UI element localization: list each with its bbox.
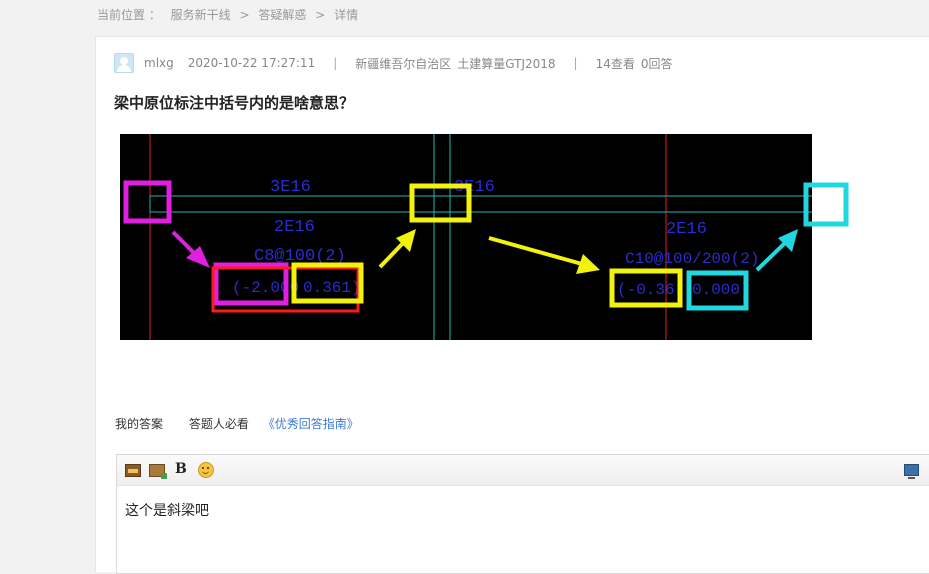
breadcrumb: 当前位置 ： 服务新干线 > 答疑解惑 > 详情 — [97, 6, 358, 23]
views-count: 14查看 — [595, 56, 635, 71]
region-label: 新疆维吾尔自治区 — [355, 56, 452, 71]
rebar-top-left-text: 3E16 — [270, 178, 311, 197]
question-title: 梁中原位标注中括号内的是啥意思？ — [114, 94, 355, 112]
breadcrumb-separator: > — [315, 8, 326, 22]
offset-right-2-text: 0.000) — [692, 281, 750, 299]
cad-drawing: 3E16 3E16 2E16 C8@100(2) (-2.000 0.361) … — [149, 134, 812, 340]
breadcrumb-separator: > — [239, 8, 250, 22]
rebar-top-right-text: 3E16 — [454, 178, 495, 197]
rebar-mid-left-text: 2E16 — [274, 218, 315, 237]
offset-right-1-text: (-0.36 — [617, 281, 675, 299]
stirrup-left-text: C8@100(2) — [254, 247, 346, 266]
stirrup-right-text: C10@100/200(2) — [625, 250, 759, 268]
fullscreen-icon[interactable] — [904, 464, 919, 479]
post-datetime: 2020-10-22 17:27:11 — [187, 56, 316, 70]
rebar-mid-right-text: 2E16 — [666, 220, 707, 239]
meta-divider: | — [333, 56, 338, 70]
emoji-icon[interactable] — [198, 462, 214, 478]
avatar-head-shape — [120, 57, 128, 65]
question-card: mlxg 2020-10-22 17:27:11 | 新疆维吾尔自治区 土建算量… — [95, 36, 929, 574]
software-label: 土建算量GTJ2018 — [457, 56, 556, 71]
insert-image-icon[interactable] — [125, 464, 141, 477]
username-link[interactable]: mlxg — [144, 56, 174, 70]
bold-icon[interactable]: B — [175, 461, 191, 477]
avatar[interactable] — [114, 53, 134, 73]
breadcrumb-label: 当前位置 ： — [97, 8, 161, 22]
editor-text-area[interactable]: 这个是斜梁吧 — [117, 486, 929, 534]
upload-image-icon[interactable] — [149, 464, 167, 479]
meta-divider: | — [573, 56, 578, 70]
answers-count: 0回答 — [640, 56, 673, 71]
breadcrumb-item-detail: 详情 — [334, 8, 359, 22]
offset-left-2-text: 0.361) — [303, 279, 361, 297]
answer-editor[interactable]: B 这个是斜梁吧 — [116, 454, 929, 574]
must-read-label: 答题人必看 — [188, 417, 249, 431]
avatar-body-shape — [117, 65, 131, 72]
question-image[interactable]: 3E16 3E16 2E16 C8@100(2) (-2.000 0.361) … — [120, 134, 812, 340]
breadcrumb-item-service[interactable]: 服务新干线 — [171, 8, 231, 22]
answer-guide-link[interactable]: 《优秀回答指南》 — [263, 417, 359, 431]
offset-left-1-text: (-2.000 — [232, 279, 299, 297]
breadcrumb-item-qa[interactable]: 答疑解惑 — [258, 8, 306, 22]
editor-toolbar: B — [117, 455, 929, 486]
question-meta: mlxg 2020-10-22 17:27:11 | 新疆维吾尔自治区 土建算量… — [114, 53, 673, 73]
my-answer-label: 我的答案 — [115, 417, 164, 431]
answer-bar: 我的答案 答题人必看 《优秀回答指南》 — [115, 415, 359, 432]
